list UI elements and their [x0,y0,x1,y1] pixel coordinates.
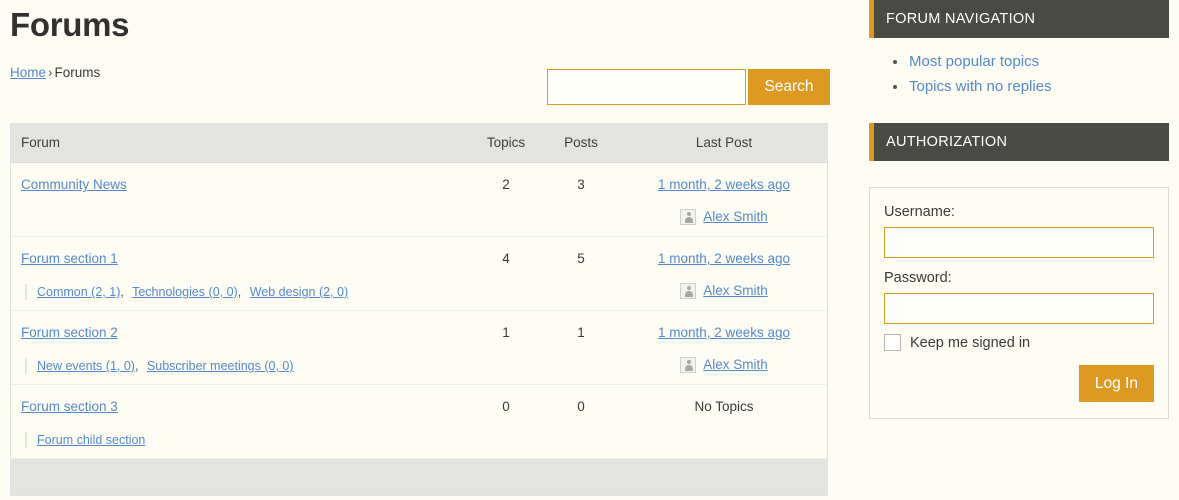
widget-forum-navigation: FORUM NAVIGATION Most popular topics Topi… [869,0,1169,99]
table-row: Community News 2 3 1 month, 2 weeks ago Alex… [11,163,827,237]
username-field[interactable] [884,227,1154,258]
posts-count: 5 [577,251,585,266]
keep-signed-in-checkbox[interactable] [884,334,901,351]
forum-navigation-link[interactable]: Most popular topics [909,53,1039,70]
forum-cell: Forum section 2 New events (1, 0), Subscr… [11,324,471,384]
breadcrumb-separator: › [48,65,53,80]
widget-authorization-body: Username: Password: Keep me signed in Lo… [869,161,1169,419]
widget-authorization: AUTHORIZATION Username: Password: Keep m… [869,123,1169,419]
column-header-forum: Forum [21,135,61,150]
topics-count: 4 [502,251,510,266]
subforum-separator: , [237,285,242,299]
widget-forum-navigation-body: Most popular topics Topics with no replie… [869,38,1169,99]
last-post-author-row: Alex Smith [621,282,827,300]
forum-link[interactable]: Forum section 2 [21,324,118,342]
forum-cell: Forum section 3 Forum child section [11,398,471,458]
subforum-list: New events (1, 0), Subscriber meetings (… [25,358,471,374]
forum-table-header: Forum Topics Posts Last Post [11,123,827,163]
forum-cell: Community News [11,176,471,236]
last-post-author-row: Alex Smith [621,356,827,374]
last-post-cell: 1 month, 2 weeks ago Alex Smith [621,176,827,236]
column-header-last-post: Last Post [695,135,753,150]
forum-link[interactable]: Forum section 1 [21,250,118,268]
subforum-link[interactable]: Forum child section [37,433,145,447]
topics-count: 1 [502,325,510,340]
forum-table: Forum Topics Posts Last Post Community N… [10,123,828,496]
last-post-author-link[interactable]: Alex Smith [703,282,768,300]
table-row: Forum section 3 Forum child section 0 0 No T… [11,385,827,459]
table-row: Forum section 1 Common (2, 1), Technologi… [11,237,827,311]
search-input[interactable] [547,69,746,105]
posts-count: 1 [577,325,585,340]
subforum-link[interactable]: Web design (2, 0) [250,285,348,299]
last-post-cell: 1 month, 2 weeks ago Alex Smith [621,324,827,384]
last-post-time-link[interactable]: 1 month, 2 weeks ago [658,177,790,192]
subforum-link[interactable]: New events (1, 0) [37,359,135,373]
search-button[interactable]: Search [748,69,830,105]
login-form: Username: Password: Keep me signed in Lo… [869,187,1169,419]
forum-cell: Forum section 1 Common (2, 1), Technologi… [11,250,471,310]
subforum-list: Common (2, 1), Technologies (0, 0), Web … [25,284,471,300]
topics-count: 2 [502,177,510,192]
breadcrumb-home-link[interactable]: Home [10,65,46,80]
page-title: Forums [10,6,130,43]
forum-navigation-item: Most popular topics [893,50,1169,74]
username-label: Username: [884,204,955,220]
widget-forum-navigation-header: FORUM NAVIGATION [869,0,1169,38]
forum-link[interactable]: Community News [21,176,127,194]
posts-count: 0 [577,399,585,414]
keep-signed-in-label: Keep me signed in [910,334,1031,351]
table-row: Forum section 2 New events (1, 0), Subscr… [11,311,827,385]
password-field[interactable] [884,293,1154,324]
column-header-posts: Posts [564,135,598,150]
last-post-time-link[interactable]: 1 month, 2 weeks ago [658,325,790,340]
sidebar: FORUM NAVIGATION Most popular topics Topi… [869,0,1169,443]
widget-forum-navigation-title: FORUM NAVIGATION [886,11,1036,27]
forum-navigation-link[interactable]: Topics with no replies [909,78,1052,95]
last-post-time-link[interactable]: 1 month, 2 weeks ago [658,251,790,266]
avatar-icon [680,209,697,225]
subforum-link[interactable]: Subscriber meetings (0, 0) [147,359,294,373]
widget-authorization-header: AUTHORIZATION [869,123,1169,161]
password-label: Password: [884,270,952,286]
forum-table-body: Community News 2 3 1 month, 2 weeks ago Alex… [11,163,827,459]
avatar-icon [680,357,697,373]
posts-count: 3 [577,177,585,192]
last-post-author-row: Alex Smith [621,208,827,226]
login-actions: Log In [884,365,1154,402]
topics-count: 0 [502,399,510,414]
subforum-separator: , [120,285,124,299]
keep-signed-in-row: Keep me signed in [884,334,1154,351]
widget-authorization-title: AUTHORIZATION [886,134,1008,150]
forums-page: Forums Home › Forums Search Forum Topics P… [0,0,1179,500]
subforum-link[interactable]: Common (2, 1) [37,285,120,299]
last-post-author-link[interactable]: Alex Smith [703,208,768,226]
last-post-cell: 1 month, 2 weeks ago Alex Smith [621,250,827,310]
breadcrumb-current: Forums [54,65,101,80]
last-post-author-link[interactable]: Alex Smith [703,356,768,374]
log-in-button[interactable]: Log In [1078,365,1154,402]
forum-search: Search [547,69,830,105]
avatar-icon [680,283,697,299]
main-content: Forums Home › Forums Search Forum Topics P… [0,0,840,496]
forum-navigation-item: Topics with no replies [893,75,1169,99]
subforum-link[interactable]: Technologies (0, 0) [132,285,238,299]
column-header-topics: Topics [486,135,526,150]
forum-navigation-list: Most popular topics Topics with no replie… [869,50,1169,99]
forum-table-footer [11,459,827,495]
no-topics-label: No Topics [694,399,754,414]
last-post-cell: No Topics [621,398,827,458]
subforum-list: Forum child section [25,432,471,448]
forum-link[interactable]: Forum section 3 [21,398,118,416]
subforum-separator: , [134,359,139,373]
